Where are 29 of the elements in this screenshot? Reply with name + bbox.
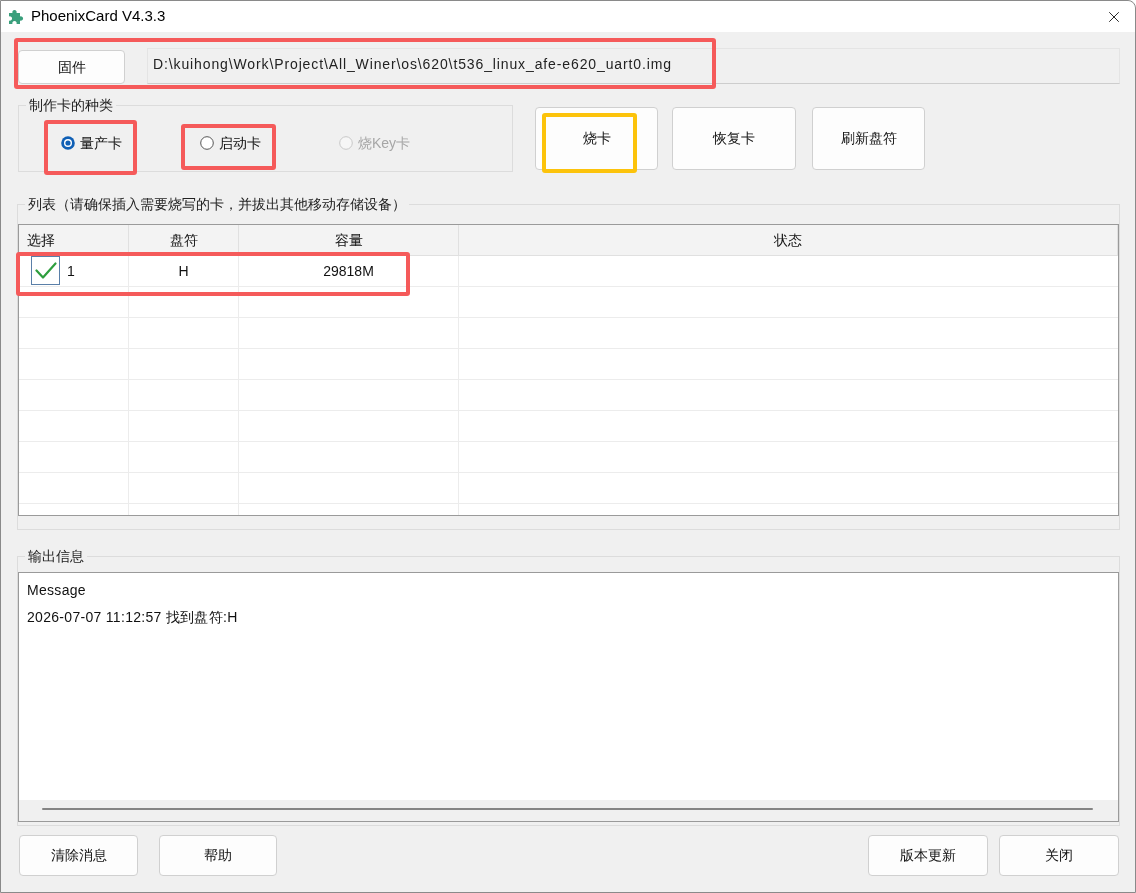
puzzle-icon (6, 7, 24, 26)
radio-option[interactable]: 启动卡 (200, 132, 339, 154)
group-legend: 输出信息 (25, 547, 87, 565)
group-legend: 制作卡的种类 (26, 96, 116, 114)
help-button[interactable]: 帮助 (159, 835, 277, 876)
group-legend: 列表（请确保插入需要烧写的卡，并拔出其他移动存储设备） (25, 195, 409, 213)
message-box[interactable]: Message 2026-07-07 11:12:57 找到盘符:H (18, 572, 1119, 822)
table-cell: H (129, 256, 239, 286)
file-path-field[interactable]: D:\kuihong\Work\Project\All_Winer\os\620\t536_linux_afe-e620_uart0.img (147, 48, 1120, 84)
radio-option[interactable]: 量产卡 (61, 132, 200, 154)
log-line: Message (27, 581, 87, 600)
horizontal-scrollbar[interactable] (19, 800, 1118, 821)
restore-card-button[interactable]: 恢复卡 (672, 107, 796, 170)
table-cell: 29818M (239, 256, 459, 286)
refresh-drives-button[interactable]: 刷新盘符 (812, 107, 925, 170)
firmware-button[interactable]: 固件 (18, 50, 125, 84)
window-title: PhoenixCard V4.3.3 (31, 6, 166, 27)
column-header[interactable]: 盘符 (129, 225, 239, 255)
column-header[interactable]: 容量 (239, 225, 459, 255)
checkmark-icon (34, 261, 57, 280)
column-header[interactable]: 选择 (19, 225, 129, 255)
row-index: 1 (67, 261, 75, 281)
column-header[interactable]: 状态 (459, 225, 1118, 255)
log-line: 2026-07-07 11:12:57 找到盘符:H (27, 608, 239, 627)
checkbox[interactable] (31, 256, 60, 285)
close-button[interactable]: 关闭 (999, 835, 1119, 876)
scrollbar-thumb[interactable] (42, 808, 1093, 810)
clear-messages-button[interactable]: 清除消息 (19, 835, 138, 876)
version-update-button[interactable]: 版本更新 (868, 835, 988, 876)
